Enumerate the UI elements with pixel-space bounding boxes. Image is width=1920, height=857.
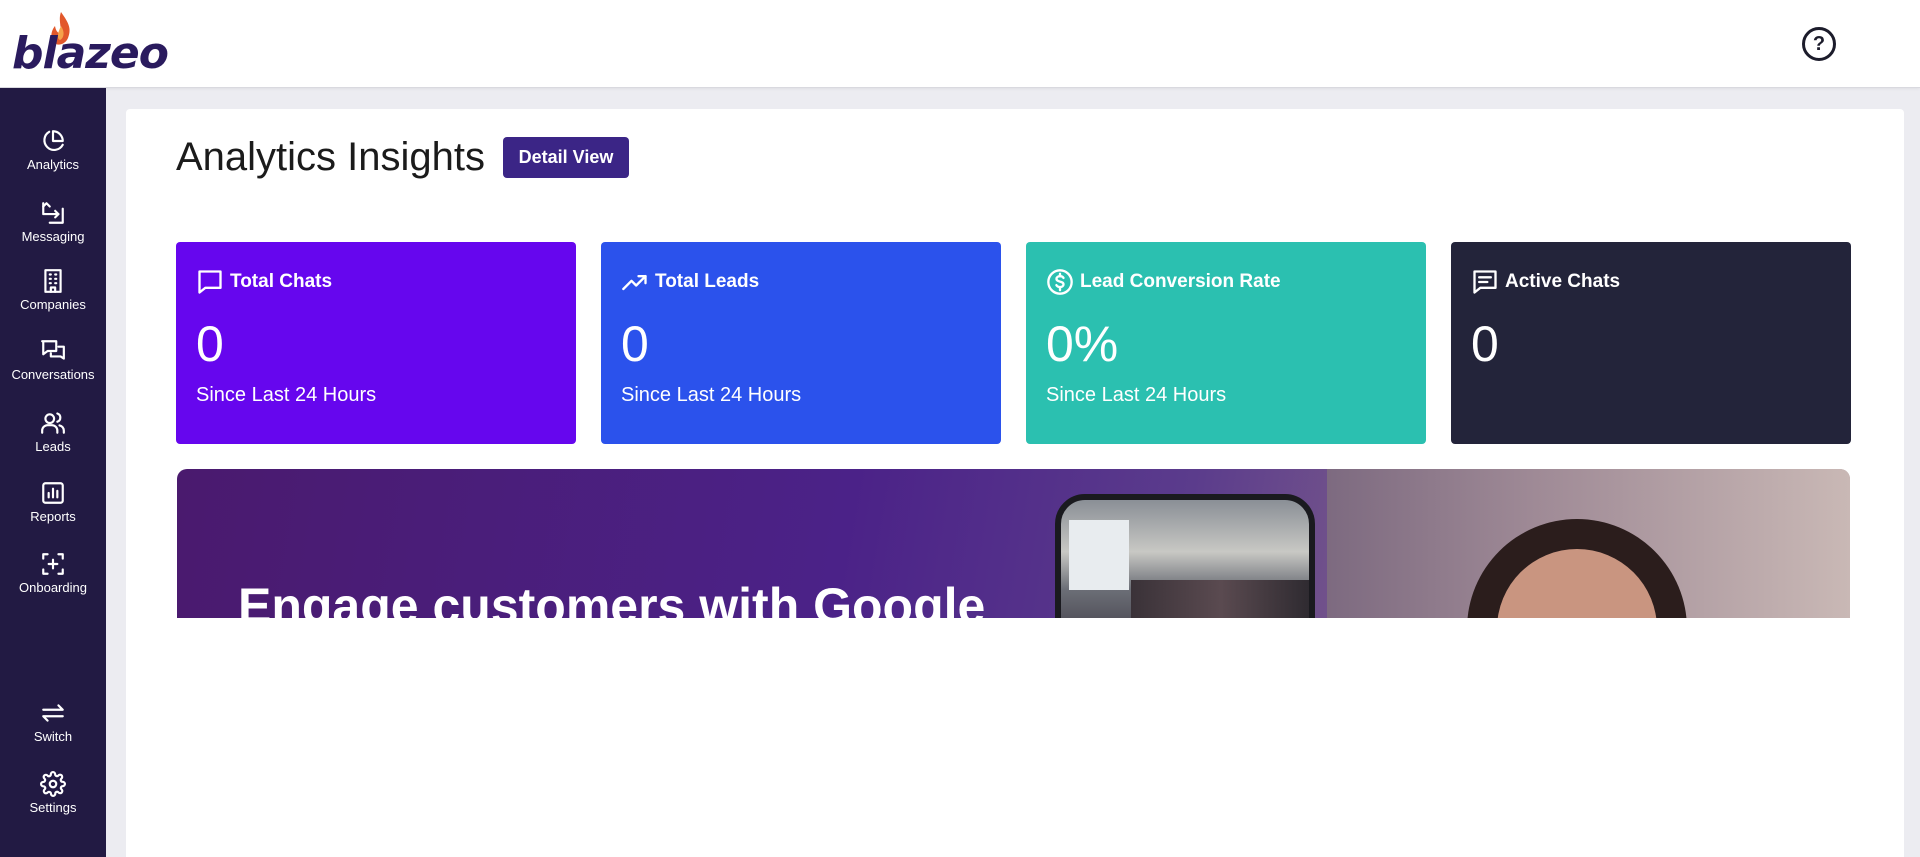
card-title: Lead Conversion Rate	[1080, 271, 1281, 292]
dollar-circle-icon	[1047, 269, 1073, 295]
sidebar-item-messaging[interactable]: Messaging	[0, 200, 106, 262]
card-active-chats[interactable]: Active Chats 0	[1451, 242, 1851, 444]
sidebar-item-label: Leads	[35, 439, 71, 454]
top-header: blazeo ?	[0, 0, 1920, 88]
message-lines-icon	[1473, 270, 1497, 294]
sidebar-item-label: Messaging	[21, 229, 85, 244]
sidebar-item-conversations[interactable]: Conversations	[0, 338, 106, 400]
sidebar-item-label: Switch	[33, 729, 73, 744]
sidebar-item-reports[interactable]: Reports	[0, 480, 106, 542]
sidebar-item-switch[interactable]: Switch	[0, 700, 106, 762]
card-value: 0	[196, 316, 224, 372]
card-title: Active Chats	[1505, 271, 1621, 292]
sidebar-item-label: Companies	[20, 297, 86, 312]
sidebar-item-label: Analytics	[26, 157, 80, 172]
sidebar-item-label: Onboarding	[19, 580, 87, 595]
card-value: 0	[621, 316, 649, 372]
stats-cards: Total Chats 0 Since Last 24 Hours Total …	[176, 242, 1852, 444]
banner-presentation-screen	[1069, 520, 1129, 590]
sidebar-item-companies[interactable]: Companies	[0, 268, 106, 330]
card-subtitle: Since Last 24 Hours	[196, 384, 377, 406]
trending-up-icon	[622, 275, 647, 291]
sidebar-item-label: Reports	[30, 509, 76, 524]
sidebar-item-settings[interactable]: Settings	[0, 771, 106, 833]
card-total-chats[interactable]: Total Chats 0 Since Last 24 Hours	[176, 242, 576, 444]
card-value: 0	[1471, 316, 1499, 372]
sidebar-item-onboarding[interactable]: Onboarding	[0, 551, 106, 613]
detail-view-button[interactable]: Detail View	[503, 137, 629, 178]
promo-banner[interactable]: Engage customers with Google	[177, 469, 1850, 618]
banner-audience	[1131, 580, 1309, 618]
sidebar: Analytics Messaging Companies Conversati…	[0, 88, 106, 857]
bar-report-icon	[42, 482, 64, 504]
add-frame-icon	[42, 553, 64, 575]
sidebar-item-analytics[interactable]: Analytics	[0, 128, 106, 190]
card-subtitle: Since Last 24 Hours	[1046, 384, 1227, 406]
chat-bubbles-icon	[41, 340, 65, 360]
card-title: Total Leads	[655, 271, 760, 292]
banner-phone-image	[1055, 494, 1315, 618]
gear-icon	[40, 771, 66, 797]
help-button[interactable]: ?	[1802, 27, 1836, 61]
card-subtitle: Since Last 24 Hours	[621, 384, 802, 406]
card-value: 0%	[1046, 316, 1119, 372]
pie-chart-icon	[43, 130, 64, 152]
card-total-leads[interactable]: Total Leads 0 Since Last 24 Hours	[601, 242, 1001, 444]
sidebar-item-label: Settings	[29, 800, 77, 815]
banner-headline: Engage customers with Google	[238, 578, 986, 618]
swap-arrows-icon	[42, 704, 64, 722]
building-icon	[44, 269, 62, 293]
card-lead-conversion-rate[interactable]: Lead Conversion Rate 0% Since Last 24 Ho…	[1026, 242, 1426, 444]
users-icon	[41, 412, 65, 434]
chat-square-icon	[198, 270, 222, 294]
page-title: Analytics Insights	[176, 135, 486, 179]
sidebar-item-leads[interactable]: Leads	[0, 410, 106, 472]
sidebar-item-label: Conversations	[11, 367, 95, 382]
logo-text: blazeo	[12, 28, 169, 79]
help-icon: ?	[1812, 32, 1826, 55]
blazeo-logo[interactable]: blazeo	[12, 10, 169, 80]
main-panel: Analytics Insights Detail View Total Cha…	[126, 109, 1904, 857]
message-forward-icon	[42, 202, 64, 224]
card-title: Total Chats	[230, 271, 333, 292]
